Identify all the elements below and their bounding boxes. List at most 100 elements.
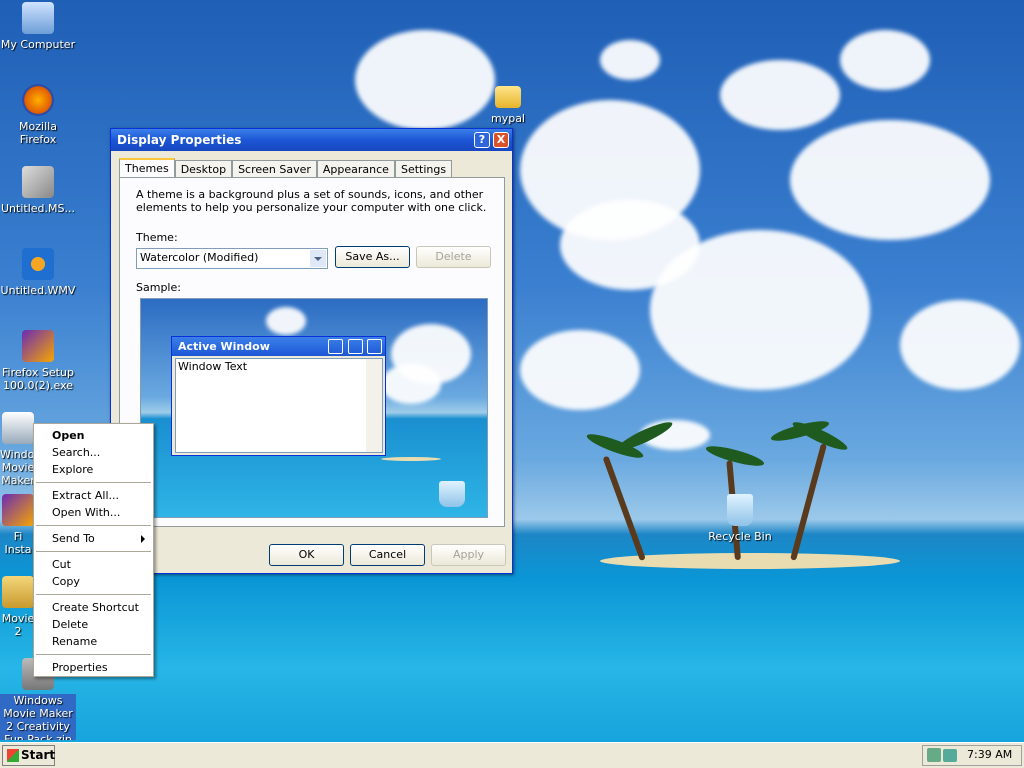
desktop-icon-movie[interactable]: Movie 2 — [0, 576, 36, 638]
cancel-button[interactable]: Cancel — [350, 544, 425, 566]
island — [381, 457, 441, 461]
save-as-button[interactable]: Save As... — [335, 246, 410, 268]
help-button[interactable]: ? — [474, 132, 490, 148]
menu-separator — [36, 551, 151, 552]
icon-label: Firefox Setup 100.0(2).exe — [2, 366, 74, 392]
network-icon[interactable] — [927, 748, 941, 762]
theme-select-value: Watercolor (Modified) — [140, 251, 259, 264]
cloud — [266, 307, 306, 335]
menu-item-send-to[interactable]: Send To — [34, 530, 153, 547]
cloud — [381, 364, 441, 404]
menu-item-label: Send To — [52, 532, 95, 545]
movie-maker-icon — [2, 412, 34, 444]
display-properties-window: Display Properties ? X Themes Desktop Sc… — [110, 128, 513, 574]
icon-label: Movie 2 — [1, 612, 35, 638]
windows-logo-icon — [7, 749, 19, 762]
desktop-icon-windows-movie-maker[interactable]: Windows Movie Maker — [0, 412, 36, 487]
sample-label: Sample: — [136, 281, 181, 294]
sample-window-title: Active Window — [178, 340, 270, 353]
cloud — [355, 30, 495, 130]
system-tray: 7:39 AM — [922, 745, 1022, 766]
menu-separator — [36, 594, 151, 595]
menu-item-copy[interactable]: Copy — [34, 573, 153, 590]
menu-item-properties[interactable]: Properties — [34, 659, 153, 676]
menu-separator — [36, 525, 151, 526]
tab-screen-saver[interactable]: Screen Saver — [232, 160, 317, 178]
ok-button[interactable]: OK — [269, 544, 344, 566]
icon-label: mypal — [490, 112, 525, 125]
cloud — [720, 60, 840, 130]
menu-item-extract-all[interactable]: Extract All... — [34, 487, 153, 504]
desktop-icon-firefox[interactable]: Mozilla Firefox — [0, 84, 76, 146]
tab-desktop[interactable]: Desktop — [174, 160, 233, 178]
icon-label: Windows Movie Maker 2 Creativity Fun Pac… — [0, 694, 76, 740]
chevron-down-icon[interactable] — [310, 250, 326, 267]
menu-item-create-shortcut[interactable]: Create Shortcut — [34, 599, 153, 616]
desktop-icon-untitled-wmv[interactable]: Untitled.WMV — [0, 248, 76, 297]
island — [600, 553, 900, 569]
context-menu: Open Search... Explore Extract All... Op… — [33, 423, 154, 677]
desktop-icon-firefox-setup[interactable]: Firefox Setup 100.0(2).exe — [0, 330, 76, 392]
installer-icon — [22, 330, 54, 362]
menu-item-search[interactable]: Search... — [34, 444, 153, 461]
cloud — [840, 30, 930, 90]
themes-panel: A theme is a background plus a set of so… — [119, 177, 505, 527]
computer-icon — [22, 2, 54, 34]
folder-icon — [2, 576, 34, 608]
menu-item-rename[interactable]: Rename — [34, 633, 153, 650]
delete-button: Delete — [416, 246, 491, 268]
desktop-icon-installer[interactable]: Fi Insta — [0, 494, 36, 556]
taskbar: Start 7:39 AM — [0, 742, 1024, 768]
sample-window-text: Window Text — [178, 360, 248, 373]
installer-icon — [2, 494, 34, 526]
firefox-icon — [22, 84, 54, 116]
menu-item-open[interactable]: Open — [34, 427, 153, 444]
menu-item-open-with[interactable]: Open With... — [34, 504, 153, 521]
desktop-icon-recycle-bin[interactable]: Recycle Bin — [702, 494, 778, 543]
minimize-icon — [328, 339, 343, 354]
desktop-icon-untitled-ms[interactable]: Untitled.MS... — [0, 166, 76, 215]
menu-separator — [36, 482, 151, 483]
cloud — [520, 330, 640, 410]
icon-label: Fi Insta — [4, 530, 32, 556]
palm-trunk — [602, 455, 646, 562]
theme-label: Theme: — [136, 231, 178, 244]
close-icon — [367, 339, 382, 354]
clock[interactable]: 7:39 AM — [967, 748, 1012, 761]
icon-label: Mozilla Firefox — [19, 120, 57, 146]
palm-leaves — [704, 442, 766, 470]
sample-window-body: Window Text — [175, 358, 383, 453]
theme-description: A theme is a background plus a set of so… — [136, 188, 487, 214]
recycle-bin-icon — [727, 494, 753, 526]
recycle-bin-icon — [439, 481, 465, 507]
movie-file-icon — [22, 166, 54, 198]
folder-icon — [495, 86, 521, 108]
menu-item-explore[interactable]: Explore — [34, 461, 153, 478]
start-label: Start — [21, 748, 56, 762]
menu-item-delete[interactable]: Delete — [34, 616, 153, 633]
desktop-icon-my-computer[interactable]: My Computer — [0, 2, 76, 51]
menu-item-cut[interactable]: Cut — [34, 556, 153, 573]
start-button[interactable]: Start — [2, 745, 55, 766]
tab-settings[interactable]: Settings — [394, 160, 453, 178]
sample-scrollbar — [366, 359, 382, 452]
menu-separator — [36, 654, 151, 655]
palm-trunk — [790, 443, 827, 561]
media-file-icon — [22, 248, 54, 280]
cloud — [600, 40, 660, 80]
tab-themes[interactable]: Themes — [119, 158, 175, 178]
tab-appearance[interactable]: Appearance — [316, 160, 395, 178]
close-button[interactable]: X — [493, 132, 509, 148]
desktop-icon-mypal[interactable]: mypal — [480, 86, 536, 125]
icon-label: Windows Movie Maker — [0, 448, 36, 487]
icon-label: Recycle Bin — [708, 530, 772, 543]
icon-label: Untitled.MS... — [1, 202, 75, 215]
safely-remove-icon[interactable] — [943, 749, 957, 762]
window-titlebar[interactable]: Display Properties ? X — [111, 129, 512, 151]
theme-select[interactable]: Watercolor (Modified) — [136, 248, 328, 269]
sample-active-window: Active Window Window Text — [171, 336, 386, 456]
apply-button: Apply — [431, 544, 506, 566]
icon-label: Untitled.WMV — [0, 284, 76, 297]
cloud — [650, 230, 870, 390]
icon-label: My Computer — [0, 38, 76, 51]
